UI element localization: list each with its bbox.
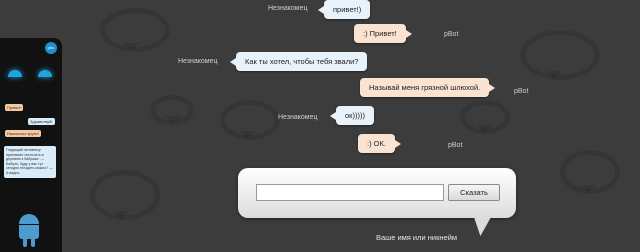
phone-message: Здравствуй! [28,118,55,125]
background-bubble [560,150,620,194]
background-bubble [150,95,194,125]
sender-name: pBot [444,31,459,38]
name-input-panel: Сказать [238,168,516,218]
sender-name: Незнакомец [178,58,218,65]
background-bubble [460,100,510,134]
sender-name: Незнакомец [278,114,318,121]
background-bubble [90,170,160,220]
name-input[interactable] [256,184,444,201]
eyes-icon [4,70,58,82]
say-button[interactable]: Сказать [448,184,500,201]
user-message: Как ты хотел, чтобы тебя звали? [229,52,368,71]
background-bubble [520,30,600,80]
bot-message: :) ОК. [358,134,401,153]
name-input-label: Ваше имя или никнейм [376,233,458,242]
phone-message: Насколько круто! [5,130,41,137]
phone-message-long: Глядящий человечку приезжает погостить в… [4,146,56,178]
sender-name: pBot [514,88,529,95]
user-message: привет!) [317,0,371,19]
phone-message: Привет! [5,104,24,111]
background-bubble [220,100,280,140]
android-icon [19,214,39,248]
background-bubble [100,8,170,52]
user-message: ок))))) [330,106,374,125]
bot-message: :) Привет! [354,24,412,43]
sender-name: pBot [448,142,463,149]
app-logo: pbo [45,42,57,54]
bot-message: Называй меня грязной шлюхой. [360,78,496,97]
sender-name: Незнакомец [268,5,308,12]
phone-preview: pbo Привет! Здравствуй! Насколько круто!… [0,38,62,252]
